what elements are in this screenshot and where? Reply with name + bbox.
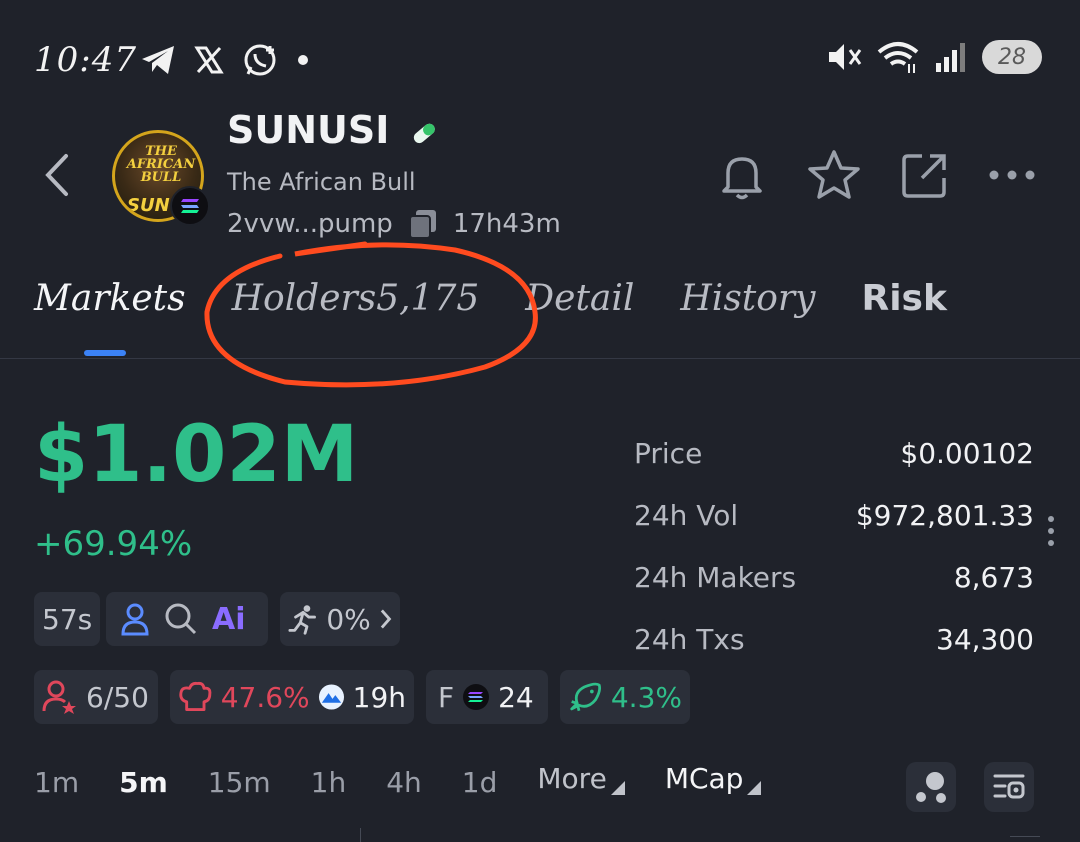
- token-age: 17h43m: [452, 209, 561, 239]
- age-chip[interactable]: 57s: [34, 592, 101, 646]
- stat-row-txs: 24h Txs 34,300: [634, 608, 1034, 670]
- back-arrow-icon[interactable]: [40, 150, 74, 200]
- sol-value: 24: [498, 680, 534, 714]
- timeframe-15m[interactable]: 15m: [208, 766, 271, 799]
- stats-menu-icon[interactable]: [1048, 516, 1054, 546]
- x-icon: [194, 46, 224, 74]
- whale-value: 4.3%: [610, 680, 682, 714]
- status-left-icons: [140, 42, 310, 78]
- price-change: +69.94%: [34, 524, 193, 564]
- runner-value: 0%: [326, 602, 371, 636]
- fish-icon: [570, 682, 602, 712]
- tab-risk[interactable]: Risk: [861, 278, 946, 319]
- stat-label: 24h Vol: [634, 498, 739, 532]
- mcap-dropdown[interactable]: MCap: [665, 762, 762, 795]
- timeframe-5m[interactable]: 5m: [119, 766, 168, 799]
- tab-markets[interactable]: Markets: [34, 278, 186, 319]
- whale-chip[interactable]: 4.3%: [560, 670, 690, 724]
- chart-gridline: [360, 828, 361, 842]
- mute-icon: [829, 44, 862, 70]
- star-icon[interactable]: [806, 148, 862, 202]
- dev-chip[interactable]: 47.6% 19h: [170, 670, 414, 724]
- stat-value: 34,300: [936, 622, 1034, 656]
- indicator-button[interactable]: [906, 762, 956, 812]
- more-icon[interactable]: [988, 168, 1036, 182]
- signal-icon: [936, 43, 965, 72]
- sol-chip[interactable]: F 24: [426, 670, 548, 724]
- bell-icon[interactable]: [716, 149, 768, 201]
- mcap-label: MCap: [664, 762, 744, 795]
- share-icon[interactable]: [900, 150, 950, 200]
- battery-icon: 28: [982, 40, 1042, 74]
- stat-label: Price: [634, 436, 703, 470]
- user-star-icon: [42, 680, 76, 714]
- status-right-icons: 28: [826, 40, 1042, 74]
- token-address-row: 2vvw...pump 17h43m: [227, 208, 561, 240]
- runner-icon: [288, 605, 316, 635]
- dot-icon: [298, 55, 308, 65]
- dev-value: 47.6%: [220, 680, 310, 714]
- tab-holders[interactable]: Holders5,175: [232, 278, 480, 319]
- more-label: More: [537, 762, 607, 795]
- stat-label: 24h Txs: [634, 622, 745, 656]
- copy-icon[interactable]: [407, 208, 439, 240]
- wifi-icon: [877, 42, 919, 73]
- tab-history[interactable]: History: [680, 278, 815, 319]
- timeframe-1m[interactable]: 1m: [34, 766, 79, 799]
- timeframe-1d[interactable]: 1d: [462, 766, 498, 799]
- chevron-right-icon: [380, 609, 392, 629]
- settings-list-icon: [993, 774, 1025, 799]
- bubbles-icon: [916, 772, 946, 803]
- token-address: 2vvw...pump: [227, 209, 393, 239]
- chart-gridline: [1010, 836, 1040, 837]
- stat-row-makers: 24h Makers 8,673: [634, 546, 1034, 608]
- mountain-value: 19h: [352, 680, 406, 714]
- token-name-text: SUNUSI: [227, 108, 390, 152]
- token-subtitle: The African Bull: [227, 168, 416, 196]
- whatsapp-icon: [244, 44, 276, 76]
- stat-row-price: Price $0.00102: [634, 422, 1034, 484]
- avatar-title: THE AFRICAN BULL: [126, 144, 196, 185]
- stat-row-vol: 24h Vol $972,801.33: [634, 484, 1034, 546]
- more-timeframes-dropdown[interactable]: More: [537, 762, 625, 795]
- mountain-icon: [318, 684, 344, 710]
- user-icon: [121, 603, 149, 636]
- tab-detail[interactable]: Detail: [525, 278, 634, 319]
- market-cap: $1.02M: [34, 410, 359, 500]
- tab-bar: Markets Holders5,175 Detail History Risk: [34, 278, 993, 319]
- stat-value: 8,673: [953, 560, 1034, 594]
- token-name: SUNUSI: [227, 108, 439, 152]
- tools-chip[interactable]: Ai: [106, 592, 268, 646]
- telegram-icon: [142, 46, 174, 74]
- active-tab-indicator: [84, 350, 126, 356]
- search-icon: [165, 603, 197, 635]
- stats-table: Price $0.00102 24h Vol $972,801.33 24h Mak…: [634, 422, 1034, 670]
- caret-icon: [610, 781, 625, 795]
- solana-badge-icon: [170, 186, 210, 226]
- timeframe-4h[interactable]: 4h: [386, 766, 422, 799]
- stat-value: $0.00102: [900, 436, 1034, 470]
- f-label: F: [438, 680, 455, 714]
- tab-divider: [0, 358, 1080, 359]
- ai-label: Ai: [212, 601, 246, 637]
- status-time: 10:47: [34, 40, 137, 80]
- solana-icon: [463, 684, 490, 710]
- stat-value: $972,801.33: [855, 498, 1034, 532]
- header-actions: [716, 148, 1036, 202]
- runner-chip[interactable]: 0%: [280, 592, 400, 646]
- pill-icon: [413, 123, 435, 143]
- timeframe-bar: 1m 5m 15m 1h 4h 1d More MCap: [34, 762, 801, 799]
- chef-hat-icon: [179, 681, 212, 711]
- timeframe-1h[interactable]: 1h: [311, 766, 347, 799]
- caret-icon: [747, 781, 762, 795]
- stat-label: 24h Makers: [634, 560, 797, 594]
- chart-settings-button[interactable]: [984, 762, 1034, 812]
- followers-value: 6/50: [86, 680, 149, 714]
- age-chip-label: 57s: [42, 602, 93, 636]
- followers-chip[interactable]: 6/50: [34, 670, 158, 724]
